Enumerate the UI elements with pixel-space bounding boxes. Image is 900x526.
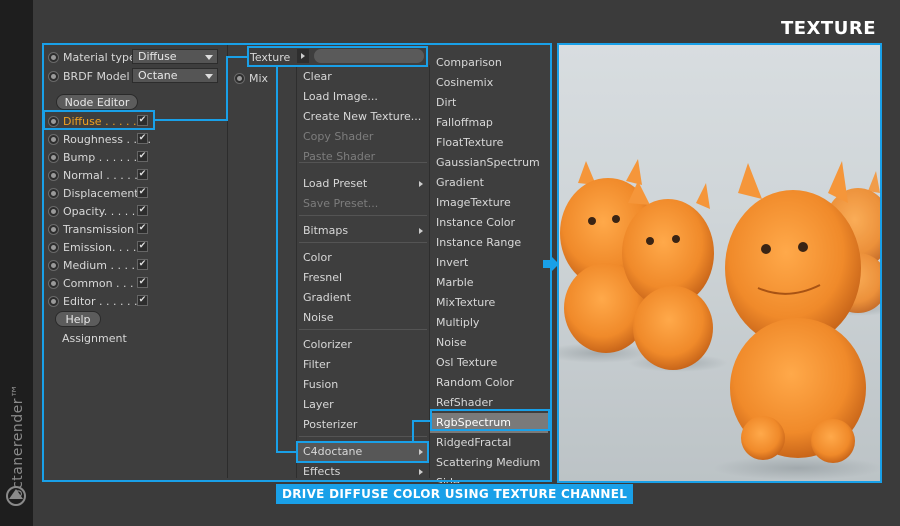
connector-line: [276, 451, 296, 453]
texture-highlight-frame: [247, 46, 428, 67]
page-title: TEXTURE: [780, 18, 876, 39]
rgbspectrum-highlight-frame: [430, 409, 550, 431]
connector-line: [276, 67, 278, 453]
connector-line: [412, 420, 430, 422]
caption: DRIVE DIFFUSE COLOR USING TEXTURE CHANNE…: [276, 484, 634, 504]
octane-logo-icon: [6, 486, 26, 506]
brand-sidebar: octanerender™: [0, 0, 33, 526]
diffuse-highlight-frame: [43, 110, 155, 130]
connector-line: [412, 420, 414, 441]
brand-wordmark: octanerender™: [10, 383, 26, 498]
connector-line: [155, 119, 227, 121]
c4doctane-highlight-frame: [296, 441, 429, 463]
render-highlight-frame: [557, 43, 882, 483]
connector-line: [226, 56, 248, 58]
connector-line: [226, 56, 228, 121]
